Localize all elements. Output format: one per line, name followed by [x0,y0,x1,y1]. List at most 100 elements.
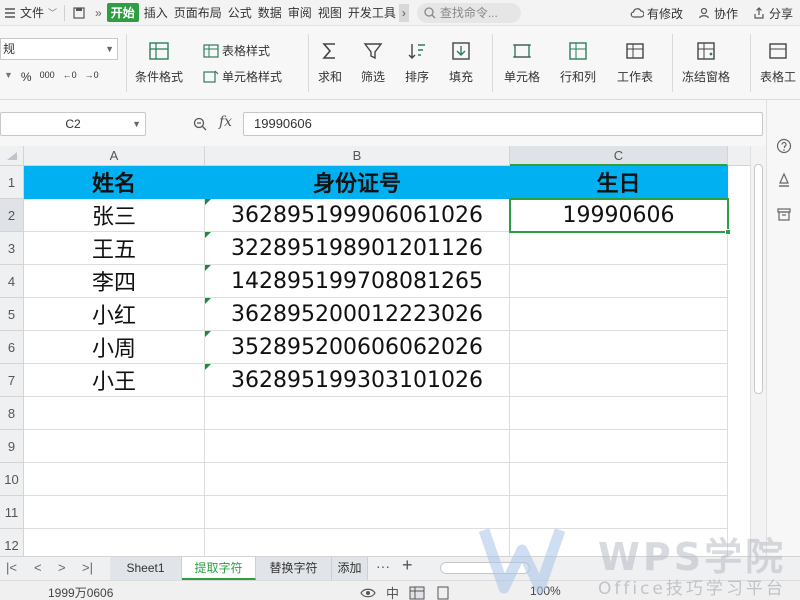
sheet-tab-replace[interactable]: 替换字符 [256,557,332,580]
row-header[interactable]: 5 [0,298,24,331]
row-header[interactable]: 2 [0,199,24,232]
row-header[interactable]: 4 [0,265,24,298]
save-button[interactable] [69,0,92,26]
collaborate-button[interactable]: 协作 [694,0,741,26]
tab-view[interactable]: 视图 [315,0,345,26]
cell-b4[interactable]: 142895199708081265 [205,265,510,298]
column-header-c[interactable]: C [510,146,728,166]
tab-formulas[interactable]: 公式 [225,0,255,26]
cell-c7[interactable] [510,364,728,397]
cell-a6[interactable]: 小周 [24,331,205,364]
input-method-icon[interactable]: 中 [386,583,399,600]
cell-c2[interactable]: 19990606 [510,199,728,232]
empty-cell[interactable] [205,529,510,556]
style-icon[interactable] [776,172,792,188]
table-tools-button[interactable]: 表格工 [760,40,796,85]
cell-b2[interactable]: 362895199906061026 [205,199,510,232]
changes-button[interactable]: 有修改 [627,0,686,26]
more-button[interactable]: » [92,0,105,26]
row-header[interactable]: 7 [0,364,24,397]
empty-cell[interactable] [510,430,728,463]
last-sheet-icon[interactable]: >| [82,560,93,575]
normal-view-icon[interactable] [409,586,425,600]
row-header[interactable]: 3 [0,232,24,265]
scrollbar-thumb[interactable] [754,164,763,394]
empty-cell[interactable] [24,529,205,556]
column-header-b[interactable]: B [205,146,510,166]
cell-a2[interactable]: 张三 [24,199,205,232]
tab-developer[interactable]: 开发工具 [345,0,399,26]
fill-button[interactable]: 填充 [449,40,473,85]
sort-button[interactable]: 排序 [405,40,429,85]
column-header-d[interactable] [728,146,750,166]
spreadsheet-grid[interactable]: A B C 1 2 3 4 5 6 7 8 9 10 11 12 姓名 身份证号… [0,146,750,556]
archive-icon[interactable] [776,206,792,222]
conditional-format-button[interactable]: 条件格式 [135,40,183,85]
tabs-scroll-right[interactable]: › [398,3,409,22]
formula-input[interactable]: 19990606 [243,112,763,136]
empty-cell[interactable] [510,463,728,496]
percent-button[interactable]: % [21,70,32,84]
cell-b5[interactable]: 362895200012223026 [205,298,510,331]
cell-a1[interactable]: 姓名 [24,166,205,199]
file-menu[interactable]: 文件 ﹀ [0,0,60,26]
share-button[interactable]: 分享 [749,0,796,26]
column-d-strip[interactable] [728,166,750,556]
empty-cell[interactable] [24,430,205,463]
next-sheet-icon[interactable]: > [58,560,66,575]
empty-cell[interactable] [24,463,205,496]
row-header[interactable]: 6 [0,331,24,364]
prev-sheet-icon[interactable]: < [34,560,42,575]
cell-c5[interactable] [510,298,728,331]
name-box[interactable]: C2 ▼ [0,112,146,136]
fx-icon[interactable]: fx [219,114,232,130]
filter-button[interactable]: 筛选 [361,40,385,85]
row-header[interactable]: 9 [0,430,24,463]
vertical-scrollbar[interactable] [750,146,766,556]
worksheet-button[interactable]: 工作表 [617,40,653,85]
add-sheet-button[interactable]: + [402,555,413,576]
cell-a5[interactable]: 小红 [24,298,205,331]
zoom-level[interactable]: 100% [530,584,561,598]
sheet-tab-extract[interactable]: 提取字符 [182,557,256,580]
cell-b7[interactable]: 362895199303101026 [205,364,510,397]
tab-page-layout[interactable]: 页面布局 [171,0,225,26]
page-view-icon[interactable] [435,586,451,600]
row-header[interactable]: 10 [0,463,24,496]
command-search[interactable]: 查找命令... [416,2,521,23]
empty-cell[interactable] [205,496,510,529]
cell-c4[interactable] [510,265,728,298]
tab-data[interactable]: 数据 [255,0,285,26]
thousands-button[interactable]: 000 [40,70,55,84]
cell-a7[interactable]: 小王 [24,364,205,397]
cell-c6[interactable] [510,331,728,364]
sum-button[interactable]: 求和 [318,40,342,85]
zoom-icon[interactable] [192,116,208,132]
cell-style-button[interactable]: 单元格样式 [203,68,282,85]
sheet-tab-add[interactable]: 添加字 [332,557,368,580]
cell-c1[interactable]: 生日 [510,166,728,199]
cell-a3[interactable]: 王五 [24,232,205,265]
empty-cell[interactable] [205,430,510,463]
row-header[interactable]: 1 [0,166,24,199]
empty-cell[interactable] [510,496,728,529]
cell-a4[interactable]: 李四 [24,265,205,298]
empty-cell[interactable] [510,397,728,430]
more-sheets-button[interactable]: ··· [376,558,390,574]
tab-review[interactable]: 审阅 [285,0,315,26]
column-header-a[interactable]: A [24,146,205,166]
empty-cell[interactable] [510,529,728,556]
cell-b3[interactable]: 322895198901201126 [205,232,510,265]
help-icon[interactable] [776,138,792,154]
empty-cell[interactable] [205,463,510,496]
cell-b6[interactable]: 352895200606062026 [205,331,510,364]
horizontal-scrollbar[interactable] [440,562,530,574]
sheet-tab-sheet1[interactable]: Sheet1 [110,557,182,580]
cell-c3[interactable] [510,232,728,265]
increase-decimal-button[interactable]: ←0 [63,70,77,84]
row-col-button[interactable]: 行和列 [560,40,596,85]
empty-cell[interactable] [205,397,510,430]
empty-cell[interactable] [24,496,205,529]
tab-insert[interactable]: 插入 [141,0,171,26]
number-format-select[interactable]: 规 ▼ [0,38,118,60]
